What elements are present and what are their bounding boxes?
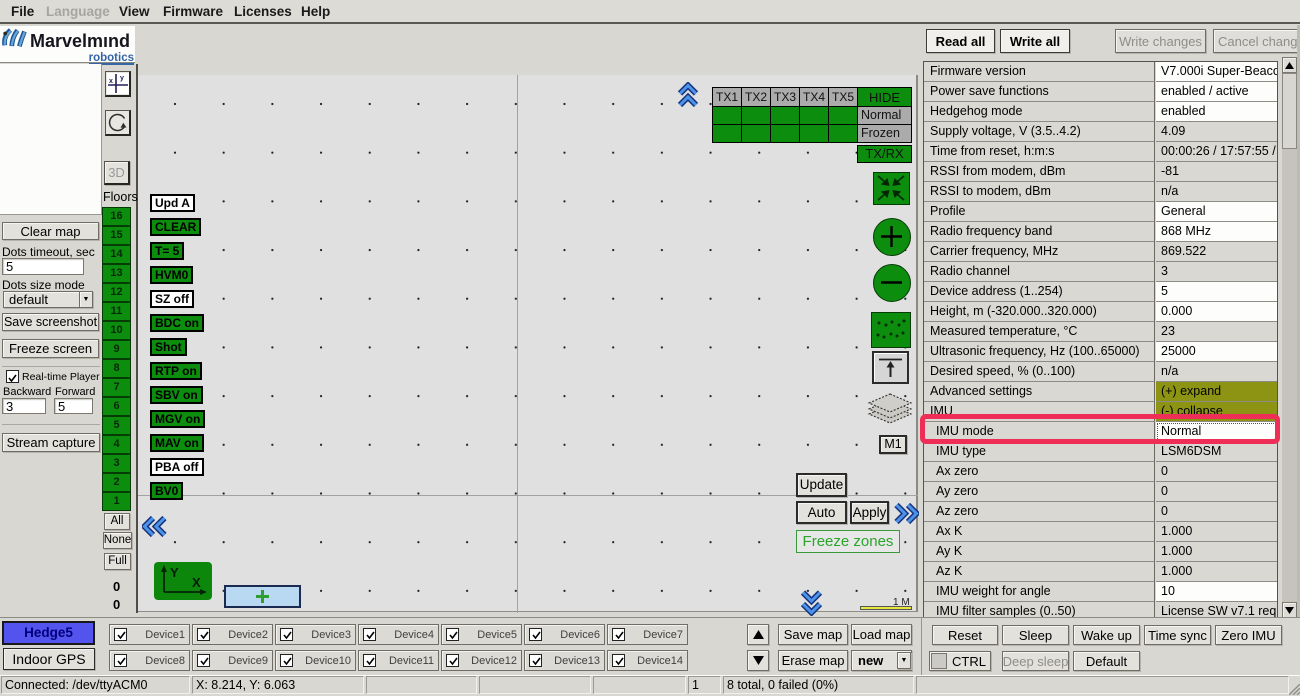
svg-text:X: X — [192, 575, 201, 590]
svg-text:Y: Y — [170, 565, 179, 580]
svg-text:x: x — [109, 78, 113, 85]
svg-text:y: y — [120, 75, 124, 82]
